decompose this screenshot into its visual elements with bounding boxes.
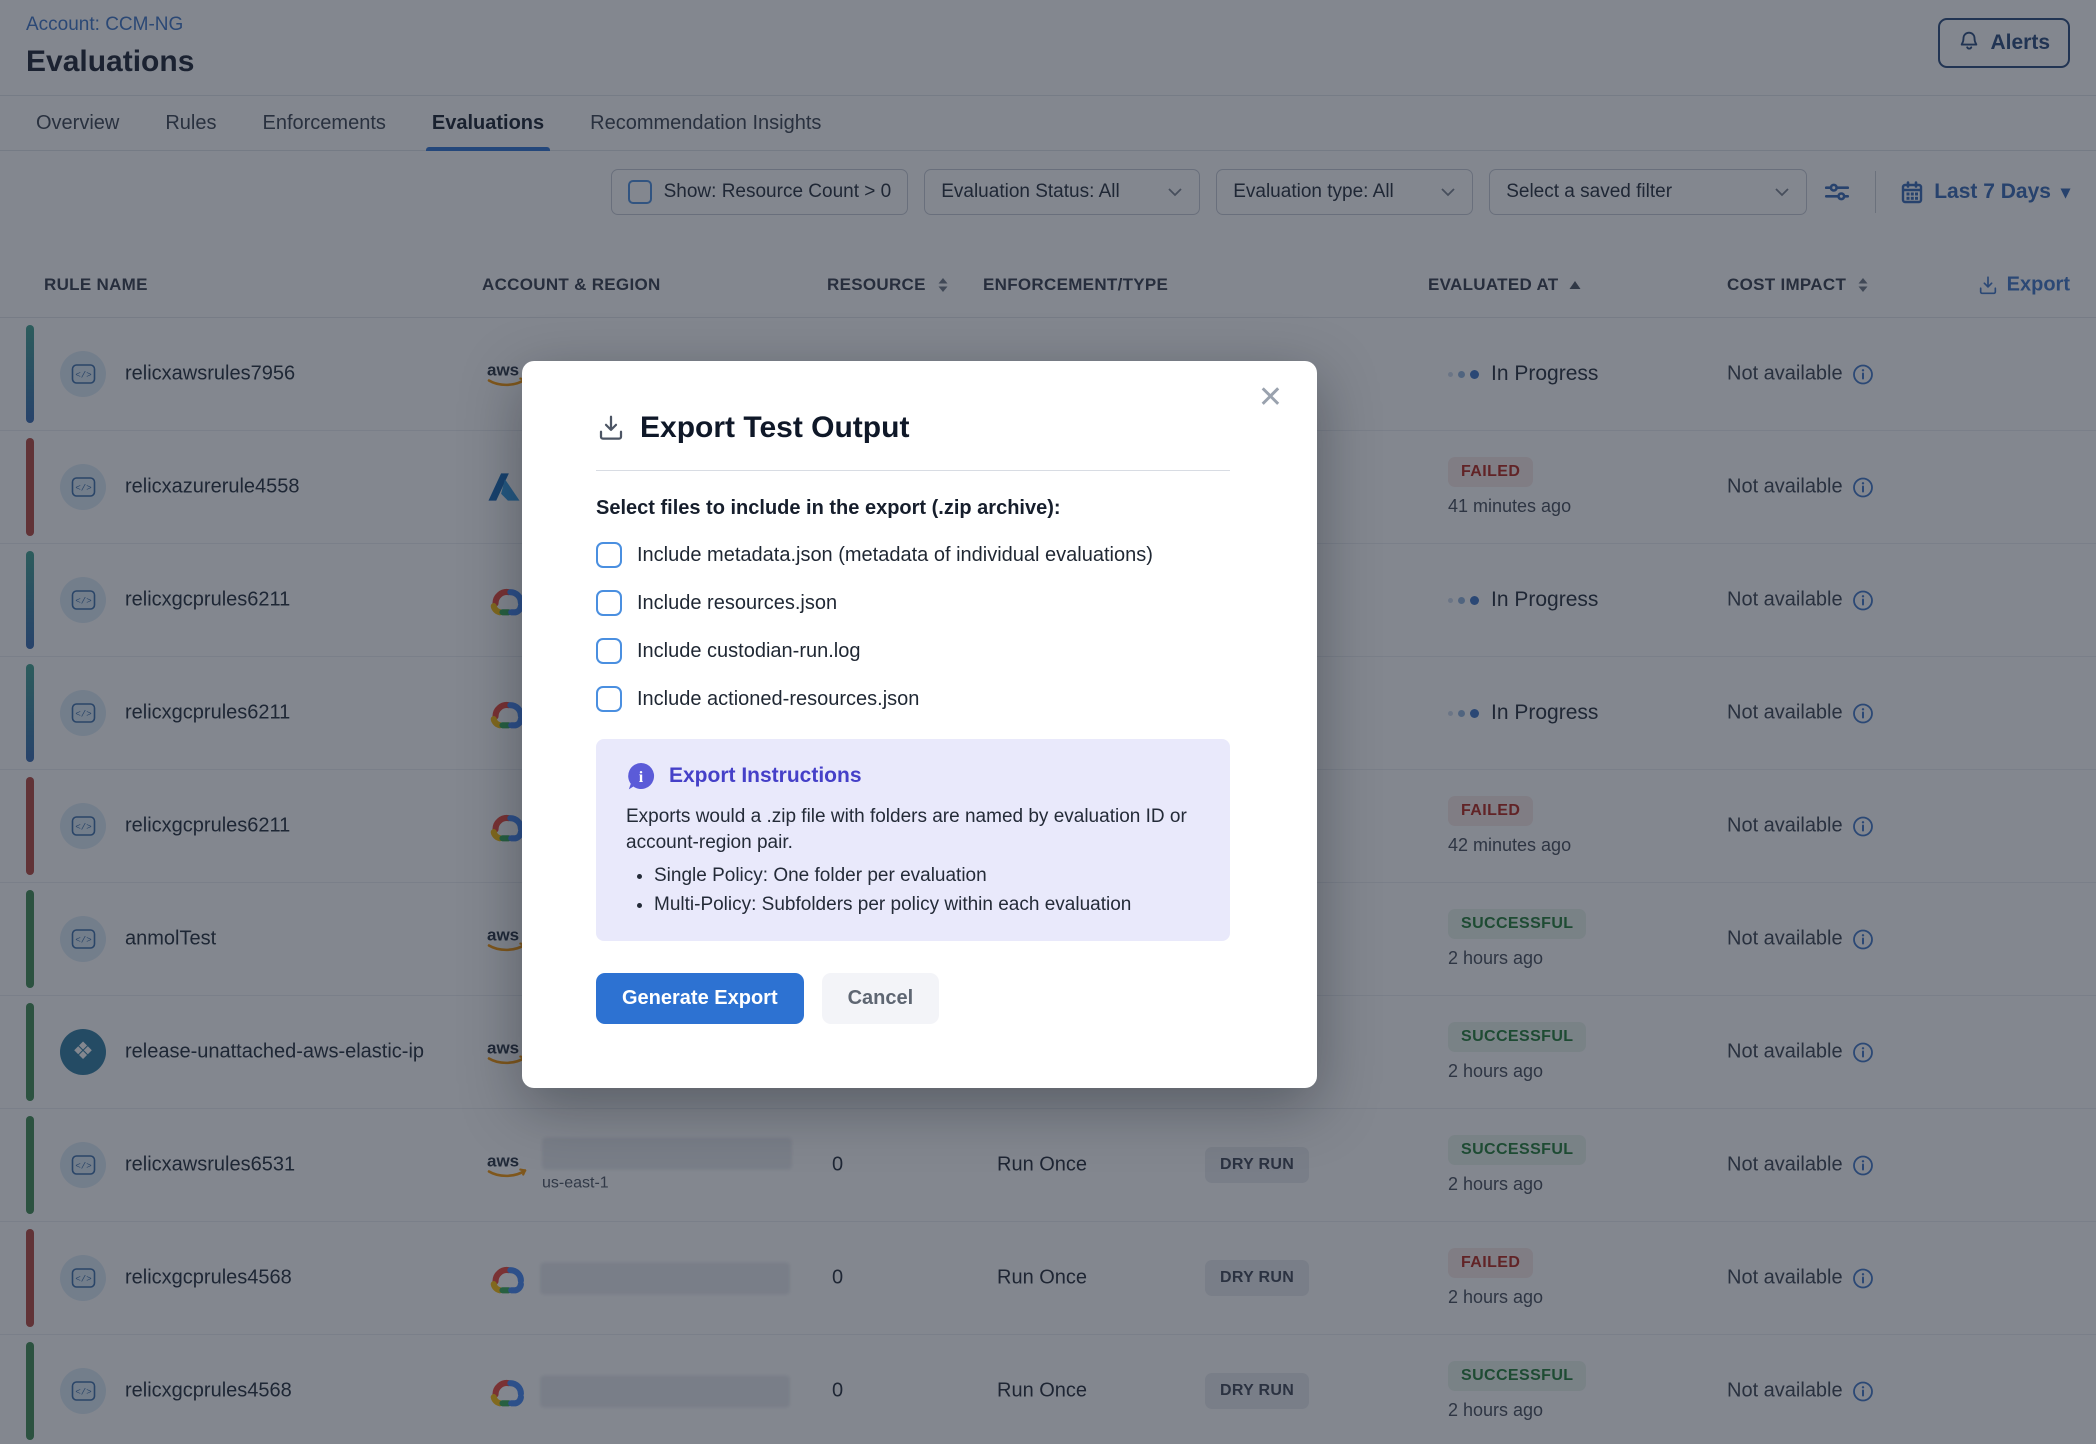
instruction-bullet: Single Policy: One folder per evaluation bbox=[654, 862, 1200, 891]
file-checkbox-custodian-run-log[interactable]: Include custodian-run.log bbox=[596, 638, 1230, 664]
instructions-title-row: i Export Instructions bbox=[626, 761, 1200, 791]
instructions-title: Export Instructions bbox=[669, 764, 862, 788]
info-bubble-icon: i bbox=[626, 761, 656, 791]
generate-export-button[interactable]: Generate Export bbox=[596, 973, 804, 1024]
file-checkbox-list: Include metadata.json (metadata of indiv… bbox=[596, 542, 1230, 712]
file-checkbox-metadata-json[interactable]: Include metadata.json (metadata of indiv… bbox=[596, 542, 1230, 568]
checkbox-label: Include resources.json bbox=[637, 592, 837, 615]
modal-title-row: Export Test Output bbox=[596, 411, 1230, 445]
checkbox[interactable] bbox=[596, 638, 622, 664]
checkbox[interactable] bbox=[596, 542, 622, 568]
file-checkbox-resources-json[interactable]: Include resources.json bbox=[596, 590, 1230, 616]
close-icon[interactable] bbox=[1258, 383, 1283, 413]
checkbox[interactable] bbox=[596, 686, 622, 712]
instructions-body: Exports would a .zip file with folders a… bbox=[626, 804, 1200, 856]
modal-buttons: Generate Export Cancel bbox=[596, 973, 1230, 1024]
svg-text:i: i bbox=[639, 769, 644, 786]
instructions-bullets: Single Policy: One folder per evaluation… bbox=[626, 862, 1200, 919]
checkbox-label: Include metadata.json (metadata of indiv… bbox=[637, 544, 1153, 567]
divider bbox=[596, 470, 1230, 471]
cancel-button[interactable]: Cancel bbox=[822, 973, 940, 1024]
checkbox[interactable] bbox=[596, 590, 622, 616]
file-checkbox-actioned-resources-json[interactable]: Include actioned-resources.json bbox=[596, 686, 1230, 712]
instruction-bullet: Multi-Policy: Subfolders per policy with… bbox=[654, 891, 1200, 920]
modal-title: Export Test Output bbox=[640, 411, 909, 445]
export-test-output-modal: Export Test Output Select files to inclu… bbox=[522, 361, 1317, 1088]
export-instructions-panel: i Export Instructions Exports would a .z… bbox=[596, 739, 1230, 941]
evaluations-page: Account: CCM-NG Evaluations Alerts Overv… bbox=[0, 0, 2096, 1444]
download-icon bbox=[596, 413, 626, 443]
checkbox-label: Include custodian-run.log bbox=[637, 640, 860, 663]
checkbox-label: Include actioned-resources.json bbox=[637, 688, 919, 711]
file-select-label: Select files to include in the export (.… bbox=[596, 497, 1230, 520]
